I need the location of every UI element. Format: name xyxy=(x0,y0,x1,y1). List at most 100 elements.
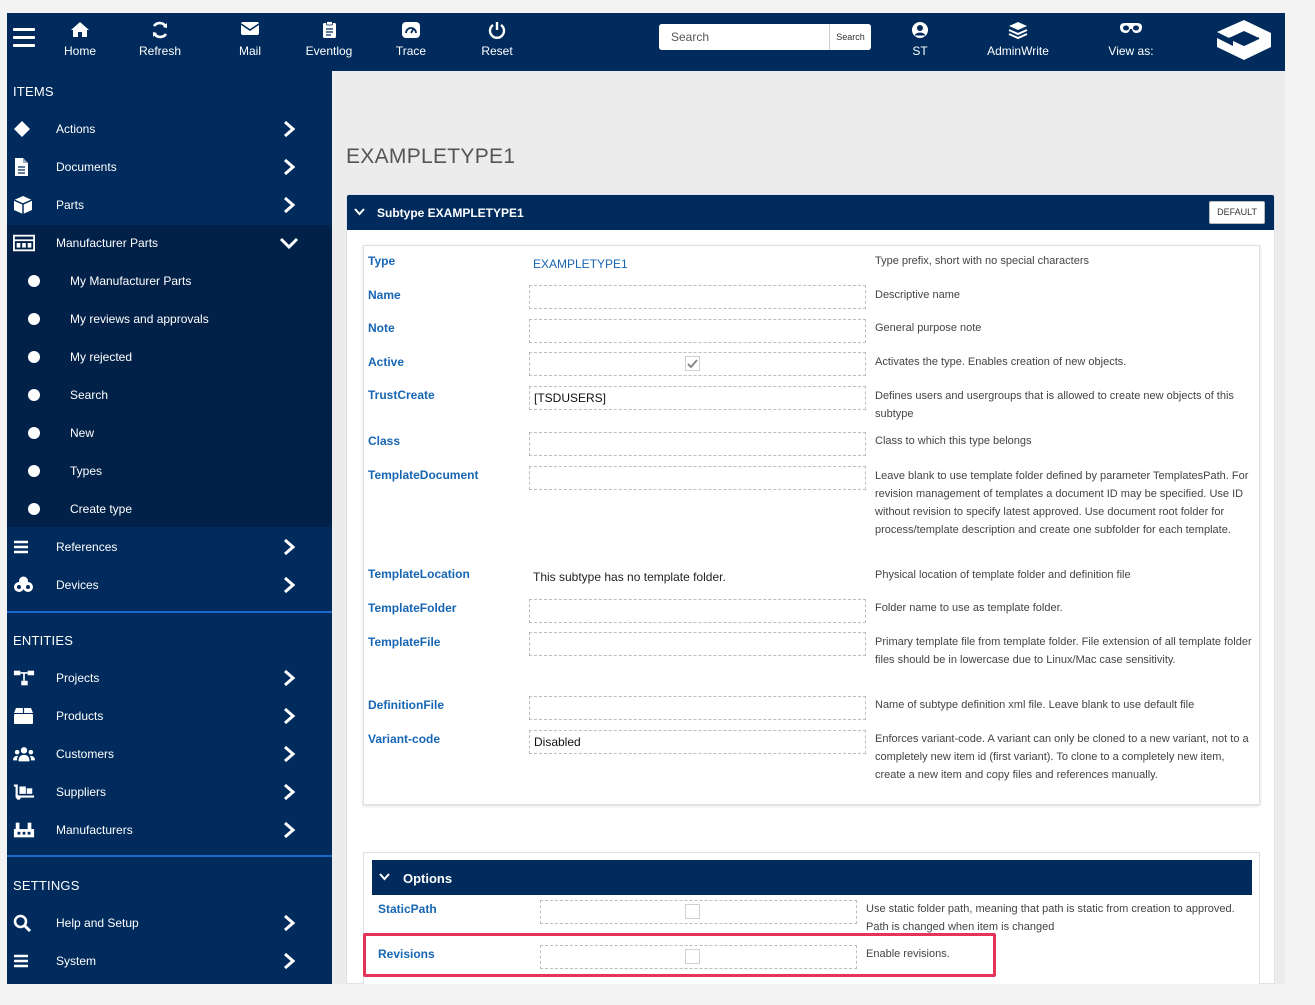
sidebar-item-label: System xyxy=(56,954,97,968)
note-label: Note xyxy=(368,321,395,335)
chevron-down-icon xyxy=(379,873,390,881)
trace-button[interactable]: Trace xyxy=(393,18,429,64)
subtype-form: Type EXAMPLETYPE1 Type prefix, short wit… xyxy=(363,245,1260,805)
trustcreate-field[interactable] xyxy=(529,386,866,410)
chevron-right-icon xyxy=(284,196,296,214)
box-icon xyxy=(14,708,33,724)
reset-button[interactable]: Reset xyxy=(479,18,515,64)
sidebar-subitem-types[interactable]: Types xyxy=(7,453,332,489)
glasses-icon xyxy=(1105,21,1157,43)
role-button[interactable]: AdminWrite xyxy=(981,18,1055,64)
revisions-checkbox[interactable] xyxy=(685,949,700,964)
sidebar-item-products[interactable]: Products xyxy=(7,698,332,734)
sidebar-item-devices[interactable]: Devices xyxy=(7,567,332,603)
default-button[interactable]: DEFAULT xyxy=(1209,201,1265,224)
cube-icon xyxy=(13,196,33,214)
sidebar-item-label: References xyxy=(56,540,118,554)
gauge-icon xyxy=(393,21,429,43)
user-button[interactable]: ST xyxy=(905,18,935,64)
sidebar-item-parts[interactable]: Parts xyxy=(7,187,332,223)
chevron-right-icon xyxy=(284,914,296,932)
chevron-right-icon xyxy=(284,821,296,839)
power-icon xyxy=(479,21,515,43)
templatefile-field[interactable] xyxy=(529,632,866,656)
chevron-right-icon xyxy=(284,952,296,970)
sidebar-item-label: Customers xyxy=(56,747,115,761)
sidebar-subitem-label: My rejected xyxy=(70,350,133,364)
sidebar-item-projects[interactable]: Projects xyxy=(7,660,332,696)
templatefolder-label: TemplateFolder xyxy=(368,601,457,615)
subtype-panel-title: Subtype EXAMPLETYPE1 xyxy=(377,206,524,220)
sidebar-subitem-my-reviews[interactable]: My reviews and approvals xyxy=(7,301,332,337)
sidebar-item-label: Documents xyxy=(56,160,117,174)
checkmark-icon xyxy=(687,359,698,369)
refresh-icon xyxy=(135,21,185,43)
variantcode-field[interactable] xyxy=(529,730,866,754)
mail-label: Mail xyxy=(238,44,261,58)
sidebar-subitem-create-type[interactable]: Create type xyxy=(7,491,332,527)
search-box: Search xyxy=(659,24,871,50)
sidebar-item-system[interactable]: System xyxy=(7,943,332,979)
role-label: AdminWrite xyxy=(987,44,1049,58)
eventlog-button[interactable]: Eventlog xyxy=(301,18,357,64)
sidebar-item-references[interactable]: References xyxy=(7,529,332,565)
sidebar-item-suppliers[interactable]: Suppliers xyxy=(7,774,332,810)
clipboard-icon xyxy=(301,21,357,43)
sidebar-item-manufacturers[interactable]: Manufacturers xyxy=(7,812,332,848)
sidebar-item-help-and-setup[interactable]: Help and Setup xyxy=(7,905,332,941)
staticpath-checkbox[interactable] xyxy=(685,904,700,919)
hamburger-menu-icon[interactable] xyxy=(13,28,35,48)
subtype-panel-header[interactable]: Subtype EXAMPLETYPE1 DEFAULT xyxy=(347,195,1274,230)
mail-button[interactable]: Mail xyxy=(233,18,267,64)
bullet-icon xyxy=(28,465,40,477)
users-icon xyxy=(13,747,35,762)
staticpath-description: Use static folder path, meaning that pat… xyxy=(866,903,1235,933)
sidebar-subitem-new[interactable]: New xyxy=(7,415,332,451)
sidebar-item-actions[interactable]: Actions xyxy=(7,111,332,147)
note-field[interactable] xyxy=(529,319,866,343)
chevron-right-icon xyxy=(284,745,296,763)
name-field[interactable] xyxy=(529,285,866,309)
bullet-icon xyxy=(28,503,40,515)
chevron-right-icon xyxy=(284,158,296,176)
definitionfile-field[interactable] xyxy=(529,696,866,720)
class-label: Class xyxy=(368,434,401,448)
sidebar-subitem-label: New xyxy=(70,426,95,440)
staticpath-field xyxy=(540,900,857,924)
active-description: Activates the type. Enables creation of … xyxy=(875,356,1127,368)
sidebar-item-customers[interactable]: Customers xyxy=(7,736,332,772)
search-icon xyxy=(13,914,32,932)
app-frame: Home Refresh Mail Eventlog Trace Reset S… xyxy=(7,13,1285,984)
chevron-down-icon xyxy=(354,208,365,216)
staticpath-label: StaticPath xyxy=(378,902,437,916)
templatedocument-field[interactable] xyxy=(529,466,866,490)
sidebar-divider xyxy=(7,855,332,857)
options-header[interactable]: Options xyxy=(372,860,1252,895)
sidebar-subitem-my-manufacturer-parts[interactable]: My Manufacturer Parts xyxy=(7,263,332,299)
sidebar-item-manufacturer-parts[interactable]: Manufacturer Parts xyxy=(7,225,332,261)
search-input[interactable] xyxy=(659,24,829,50)
name-description: Descriptive name xyxy=(875,289,960,301)
active-checkbox[interactable] xyxy=(685,356,700,371)
sidebar-item-documents[interactable]: Documents xyxy=(7,149,332,185)
sidebar-item-label: Suppliers xyxy=(56,785,107,799)
bullet-icon xyxy=(28,427,40,439)
chevron-down-icon xyxy=(279,237,299,250)
templatefolder-field[interactable] xyxy=(529,599,866,623)
user-label: ST xyxy=(912,44,928,58)
sidebar-subitem-search[interactable]: Search xyxy=(7,377,332,413)
refresh-button[interactable]: Refresh xyxy=(135,18,185,64)
search-button[interactable]: Search xyxy=(829,24,871,50)
class-field[interactable] xyxy=(529,432,866,456)
chevron-right-icon xyxy=(284,576,296,594)
templatelocation-value: This subtype has no template folder. xyxy=(533,570,726,584)
variantcode-label: Variant-code xyxy=(368,732,441,746)
brand-logo-icon xyxy=(1213,18,1275,67)
chevron-right-icon xyxy=(284,120,296,138)
page-title: EXAMPLETYPE1 xyxy=(346,145,516,168)
view-as-button[interactable]: View as: xyxy=(1105,18,1157,64)
sidebar-subitem-label: Search xyxy=(70,388,109,402)
trace-label: Trace xyxy=(395,44,427,58)
home-button[interactable]: Home xyxy=(57,18,103,64)
sidebar-subitem-my-rejected[interactable]: My rejected xyxy=(7,339,332,375)
